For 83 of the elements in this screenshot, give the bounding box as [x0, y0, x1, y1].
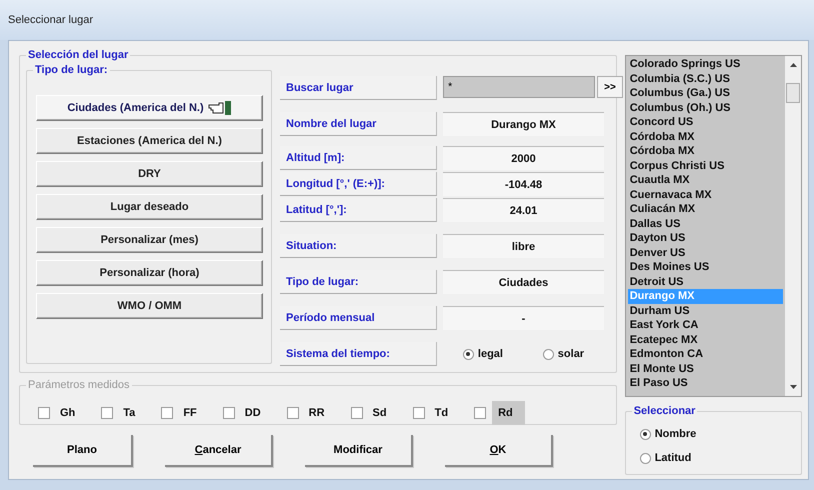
radio-button[interactable]: [640, 452, 651, 464]
place-type-button[interactable]: Personalizar (hora): [36, 260, 263, 286]
checkbox-label: FF: [182, 406, 198, 421]
group-legend: Selección del lugar: [26, 49, 130, 62]
list-item[interactable]: Cuautla MX: [628, 173, 783, 188]
checkbox[interactable]: [101, 407, 114, 419]
list-item[interactable]: Durham US: [628, 304, 783, 318]
field-label: Tipo de lugar:: [280, 270, 437, 294]
checkbox-label: Td: [434, 406, 450, 421]
list-item[interactable]: Columbus (Oh.) US: [628, 100, 783, 115]
dialog-button[interactable]: Cancelar: [165, 435, 273, 467]
radio-label: Nombre: [654, 428, 696, 440]
field-label: Situation:: [280, 234, 437, 258]
field-value: -104.48: [443, 172, 604, 196]
checkbox-label: DD: [244, 406, 262, 421]
radio-label: solar: [558, 348, 584, 360]
list-item[interactable]: Columbia (S.C.) US: [628, 72, 783, 86]
scrollbar[interactable]: [785, 56, 801, 396]
dialog-button[interactable]: Modificar: [305, 435, 413, 467]
field-label: Buscar lugar: [280, 76, 437, 100]
place-type-button[interactable]: DRY: [36, 161, 263, 187]
list-item[interactable]: Córdoba MX: [628, 130, 783, 144]
list-item[interactable]: Colorado Springs US: [628, 57, 783, 72]
list-item[interactable]: Columbus (Ga.) US: [628, 86, 783, 100]
checkbox-label: Gh: [59, 406, 76, 421]
field-value: 24.01: [443, 198, 604, 222]
list-item[interactable]: Edmonton CA: [628, 347, 783, 362]
field-label: Longitud [°,' (E:+)]:: [280, 172, 437, 196]
scroll-down-icon[interactable]: [790, 385, 796, 390]
list-item[interactable]: Culiacán MX: [628, 202, 783, 216]
list-item[interactable]: Concord US: [628, 115, 783, 130]
list-item[interactable]: Córdoba MX: [628, 144, 783, 158]
scroll-up-icon[interactable]: [790, 62, 796, 67]
checkbox[interactable]: [161, 407, 174, 419]
checkbox[interactable]: [474, 407, 486, 419]
checkbox-label: Rd: [492, 401, 525, 425]
list-item[interactable]: Des Moines US: [628, 260, 783, 274]
radio-button[interactable]: [462, 348, 474, 360]
list-item[interactable]: Ecatepec MX: [628, 332, 783, 347]
list-item[interactable]: Denver US: [628, 246, 783, 260]
radio-button[interactable]: [542, 348, 554, 360]
field-label: Sistema del tiempo:: [280, 342, 437, 366]
field-label: Período mensual: [280, 306, 437, 330]
radio-label: Latitud: [654, 452, 692, 464]
checkbox[interactable]: [286, 407, 299, 419]
field-value: Durango MX: [443, 112, 604, 136]
checkbox-label: Sd: [372, 406, 388, 421]
checkbox-label: RR: [308, 406, 326, 421]
place-type-button[interactable]: WMO / OMM: [36, 293, 263, 319]
field-value: Ciudades: [443, 270, 604, 294]
dialog-button[interactable]: Plano: [33, 435, 133, 467]
list-item[interactable]: Dallas US: [628, 216, 783, 231]
field-label: Nombre del lugar: [280, 112, 437, 136]
radio-label: legal: [478, 348, 503, 360]
list-item[interactable]: Cuernavaca MX: [628, 188, 783, 202]
group-legend: Tipo de lugar:: [33, 64, 110, 77]
radio-button[interactable]: [640, 428, 651, 440]
checkbox[interactable]: [222, 407, 235, 419]
place-type-button[interactable]: Personalizar (mes): [36, 227, 263, 253]
field-label: Latitud [°,']:: [280, 198, 437, 222]
place-type-button[interactable]: Ciudades (America del N.): [36, 95, 263, 121]
window-title: Seleccionar lugar: [8, 14, 93, 26]
list-item[interactable]: Detroit US: [628, 274, 783, 289]
list-item[interactable]: Dayton US: [628, 231, 783, 246]
dialog-button[interactable]: OK: [445, 435, 553, 467]
search-button[interactable]: >>: [597, 76, 623, 98]
field-value: -: [443, 306, 604, 330]
pointing-hand-icon: [208, 100, 232, 116]
search-field[interactable]: *: [443, 76, 595, 98]
checkbox[interactable]: [38, 407, 50, 419]
checkbox[interactable]: [412, 407, 425, 419]
list-item[interactable]: Corpus Christi US: [628, 158, 783, 173]
field-label: Altitud [m]:: [280, 146, 437, 170]
place-type-button[interactable]: Estaciones (America del N.): [36, 128, 263, 154]
list-item[interactable]: El Monte US: [628, 362, 783, 376]
field-value: libre: [443, 234, 604, 258]
checkbox-label: Ta: [122, 406, 136, 421]
list-item[interactable]: East York CA: [628, 318, 783, 332]
place-type-button[interactable]: Lugar deseado: [36, 194, 263, 220]
checkbox[interactable]: [350, 407, 363, 419]
field-value: 2000: [443, 146, 604, 170]
scrollbar-thumb[interactable]: [786, 83, 800, 103]
list-item[interactable]: El Paso US: [628, 376, 783, 390]
